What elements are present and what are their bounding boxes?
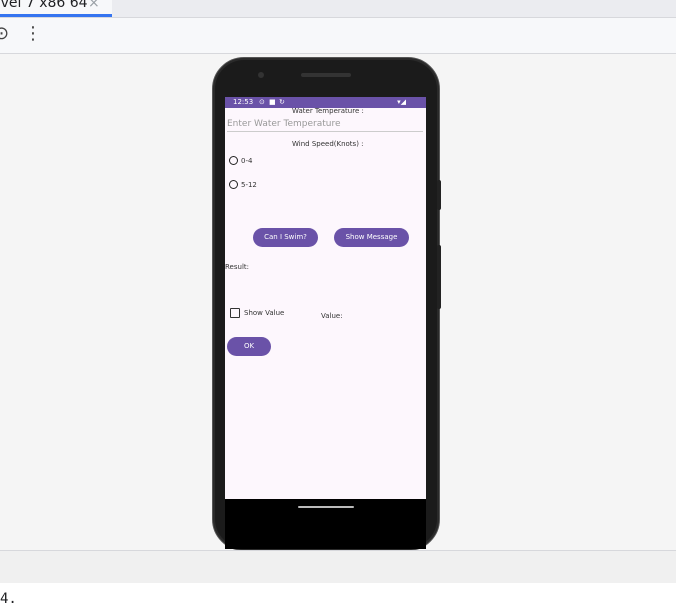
radio-0-4[interactable] <box>229 156 238 165</box>
device-screen: 12:53 ⊙ ■ ↻ ▾◢ Water Temperature : Enter… <box>225 97 426 499</box>
result-label: Result: <box>225 263 249 271</box>
show-message-button[interactable]: Show Message <box>334 228 409 247</box>
show-value-label: Show Value <box>244 309 285 317</box>
can-i-swim-button[interactable]: Can I Swim? <box>253 228 318 247</box>
speaker-grille <box>301 73 351 77</box>
close-icon[interactable]: × <box>88 0 100 11</box>
bottom-strip <box>0 550 676 584</box>
console-text: 4. <box>0 591 17 607</box>
tab-active-indicator <box>0 14 112 17</box>
show-value-checkbox[interactable] <box>230 308 240 318</box>
tab-label: evel 7 x86 64 <box>0 0 88 11</box>
wind-speed-label: Wind Speed(Knots) : <box>292 140 364 148</box>
power-button[interactable] <box>437 180 441 210</box>
tab-emulator[interactable]: evel 7 x86 64 × <box>0 0 112 17</box>
home-handle[interactable] <box>298 506 354 508</box>
volume-button[interactable] <box>437 245 441 309</box>
more-vertical-icon[interactable]: ⋮ <box>24 25 42 43</box>
status-time: 12:53 <box>233 98 254 106</box>
phone-frame: 12:53 ⊙ ■ ↻ ▾◢ Water Temperature : Enter… <box>212 57 440 551</box>
history-icon[interactable]: ⊙ <box>0 25 9 43</box>
sync-icon: ↻ <box>279 98 285 106</box>
camera-icon <box>258 72 264 78</box>
console-panel: 4. <box>0 583 676 611</box>
value-label: Value: <box>321 312 343 320</box>
toolbar: ⊙ ⋮ <box>0 18 676 54</box>
tab-bar: evel 7 x86 64 × <box>0 0 676 18</box>
radio-5-12[interactable] <box>229 180 238 189</box>
water-temp-placeholder: Enter Water Temperature <box>227 119 341 129</box>
signal-icon: ▾◢ <box>397 98 406 106</box>
navigation-bar <box>225 499 426 549</box>
radio-label-0-4: 0-4 <box>241 157 253 165</box>
radio-label-5-12: 5-12 <box>241 181 257 189</box>
location-icon: ⊙ <box>259 98 265 106</box>
sim-icon: ■ <box>269 98 276 106</box>
water-temp-label: Water Temperature : <box>292 107 364 115</box>
water-temp-input[interactable]: Enter Water Temperature <box>227 117 423 132</box>
ok-button[interactable]: OK <box>227 337 271 356</box>
